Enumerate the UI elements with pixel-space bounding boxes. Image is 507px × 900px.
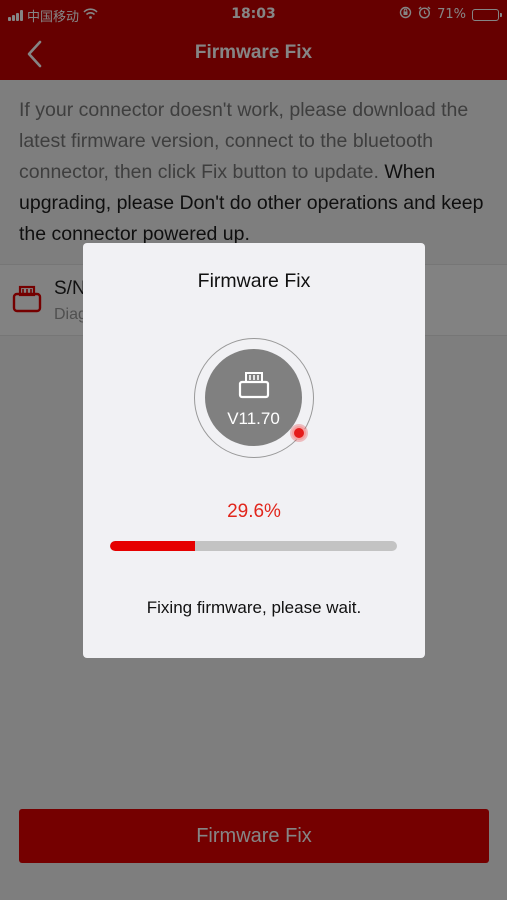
progress-bar [110, 541, 397, 551]
firmware-fix-dialog: Firmware Fix V11.70 29.6% Fixing firmwar… [83, 243, 425, 658]
connector-badge: V11.70 [205, 349, 302, 446]
progress-indicator-dot [292, 426, 306, 440]
status-message: Fixing firmware, please wait. [146, 598, 362, 617]
progress-percent: 29.6% [227, 501, 281, 522]
progress-bar-fill [110, 541, 195, 551]
firmware-status-ring: V11.70 [194, 338, 314, 458]
firmware-version: V11.70 [227, 409, 280, 428]
connector-icon [238, 372, 270, 399]
dialog-title: Firmware Fix [197, 270, 311, 292]
